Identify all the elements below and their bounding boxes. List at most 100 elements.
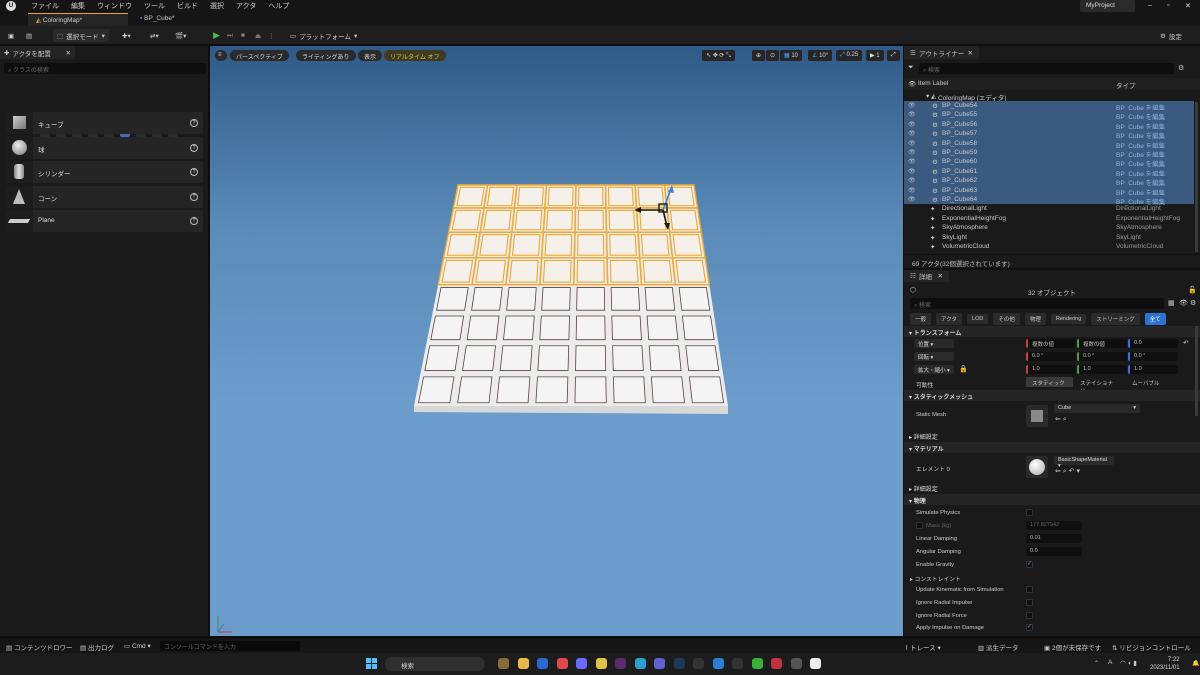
materials-section-header[interactable]: ▾ マテリアル — [904, 442, 1200, 453]
scale-x-field[interactable]: 1.0 — [1026, 365, 1076, 374]
file-explorer-icon[interactable] — [517, 658, 529, 669]
cube-cell[interactable] — [607, 186, 634, 207]
cube-cell[interactable] — [611, 315, 642, 341]
static-mesh-dropdown[interactable]: Cube ▾ — [1054, 404, 1140, 413]
help-icon[interactable]: ? — [190, 119, 198, 127]
cube-cell[interactable] — [462, 345, 496, 371]
cube-cell[interactable] — [471, 287, 503, 311]
outliner-map-row[interactable]: ▾ ◭ ColoringMap (エディタ) — [904, 91, 1194, 102]
cube-cell[interactable] — [537, 345, 570, 371]
content-icon[interactable]: ▤ — [26, 29, 32, 42]
close-icon[interactable]: ✕ — [66, 49, 71, 57]
material-dropdown[interactable]: BasicShapeMaterial ▾ — [1054, 456, 1114, 469]
outliner-search-input[interactable]: ⌕ 検索 — [919, 63, 1174, 74]
blueprint-button[interactable]: ⇄▾ — [150, 29, 159, 42]
rotation-y-field[interactable]: 0.0 ° — [1077, 352, 1127, 361]
cube-cell[interactable] — [496, 376, 531, 404]
cube-cell[interactable] — [479, 234, 509, 256]
rotation-dropdown[interactable]: 回転 ▾ — [914, 352, 954, 361]
apply-impulse-checkbox[interactable]: ✓ — [1026, 624, 1033, 631]
visibility-eye-icon[interactable]: 👁 — [908, 196, 916, 203]
unsaved-button[interactable]: ▣ 2個が未保存です — [1044, 642, 1101, 652]
mass-override-checkbox[interactable] — [916, 522, 923, 529]
slack-icon[interactable] — [615, 658, 626, 669]
level-viewport[interactable]: ≡ パースペクティブ ライティングあり 表示 リアルタイム オフ ↖ ✥ ⟳ ⤡… — [210, 46, 903, 636]
language-icon[interactable]: A — [1108, 659, 1112, 666]
cube-cell[interactable] — [441, 259, 474, 283]
cube-cell[interactable] — [486, 186, 515, 207]
windows-start-icon[interactable] — [366, 658, 377, 669]
outliner-row[interactable]: 👁 ⚙ BP_Cube60 BP_Cube を編集 — [904, 157, 1194, 168]
play-options-icon[interactable]: ⋮ — [268, 29, 275, 42]
minimize-icon[interactable]: – — [1148, 2, 1152, 9]
close-icon[interactable]: ✕ — [1185, 2, 1191, 10]
play-icon[interactable]: ▶ — [213, 29, 220, 42]
outliner-row[interactable]: 👁 ⚙ BP_Cube62 BP_Cube を編集 — [904, 176, 1194, 187]
platform-dropdown[interactable]: ▭ プラットフォーム ▾ — [290, 29, 357, 42]
cube-cell[interactable] — [650, 376, 685, 404]
location-x-field[interactable]: 複数の値 — [1026, 339, 1076, 348]
menu-item[interactable]: アクタ — [236, 1, 256, 11]
lock-scale-icon[interactable]: 🔒 — [959, 365, 968, 373]
eye-icon[interactable]: 👁 — [1179, 299, 1188, 307]
content-drawer-button[interactable]: ▤ コンテンツドロワー — [6, 642, 72, 652]
outliner-row[interactable]: 👁 ⚙ BP_Cube59 BP_Cube を編集 — [904, 148, 1194, 159]
cube-cell[interactable] — [506, 287, 537, 311]
outliner-row[interactable]: 👁 ⚙ BP_Cube57 BP_Cube を編集 — [904, 129, 1194, 140]
cube-cell[interactable] — [499, 345, 533, 371]
console-command-input[interactable]: コンソールコマンドを入力 — [160, 641, 300, 651]
mode-dropdown[interactable]: ⬚ 選択モード ▾ — [53, 29, 109, 42]
cube-cell[interactable] — [644, 287, 676, 311]
cube-cell[interactable] — [575, 315, 606, 341]
simulate-physics-checkbox[interactable] — [1026, 509, 1033, 516]
outliner-row[interactable]: ✦ DirectionalLight DirectionalLight — [904, 204, 1194, 213]
cube-cell[interactable] — [457, 376, 493, 404]
scale-dropdown[interactable]: 拡大・縮小 ▾ — [914, 365, 954, 374]
cube-cell[interactable] — [648, 345, 682, 371]
filter-tab[interactable]: 一般 — [910, 313, 932, 325]
outliner-row[interactable]: ✦ SkyLight SkyLight — [904, 233, 1194, 242]
rotation-z-field[interactable]: 0.0 ° — [1128, 352, 1178, 361]
outliner-scrollbar[interactable] — [1195, 102, 1198, 252]
kinematic-checkbox[interactable] — [1026, 586, 1033, 593]
filter-tab[interactable]: アクタ — [936, 313, 963, 325]
notification-icon[interactable]: 🔔 — [1192, 660, 1199, 667]
filter-tab[interactable]: ストリーミング — [1091, 313, 1140, 325]
cube-cell[interactable] — [577, 209, 604, 231]
output-log-button[interactable]: ▤ 出力ログ — [80, 642, 114, 652]
mass-field[interactable]: 177.827942 — [1026, 521, 1082, 530]
material-thumbnail[interactable] — [1026, 456, 1048, 478]
gear-icon[interactable]: ⚙ — [1190, 299, 1196, 307]
linear-damping-field[interactable]: 0.01 — [1026, 534, 1082, 543]
settings-button[interactable]: ⚙ 設定 — [1160, 29, 1182, 42]
unreal-logo-icon[interactable]: U — [6, 1, 16, 11]
filter-tab[interactable]: LOD — [967, 314, 989, 324]
step-icon[interactable]: ⏭ — [227, 29, 233, 42]
rotation-x-field[interactable]: 0.0 ° — [1026, 352, 1076, 361]
visibility-eye-icon[interactable]: 👁 — [908, 149, 916, 156]
epic-games-icon[interactable] — [693, 658, 704, 669]
cube-cell[interactable] — [535, 376, 569, 404]
edge-icon[interactable] — [634, 658, 646, 669]
trace-button[interactable]: ⌇ トレース ▾ — [905, 642, 941, 652]
cube-cell[interactable] — [541, 287, 571, 311]
cube-cell[interactable] — [456, 186, 485, 207]
visibility-eye-icon[interactable]: 👁 — [908, 140, 916, 147]
tab-coloring-map[interactable]: ◭ ColoringMap* — [28, 13, 128, 26]
tray-chevron-icon[interactable]: ⌃ — [1094, 660, 1099, 667]
advanced-settings-row-2[interactable]: ▸ 詳細設定 — [904, 482, 1200, 493]
scale-z-field[interactable]: 1.0 — [1128, 365, 1178, 374]
chat-icon[interactable] — [576, 658, 587, 669]
cube-cell[interactable] — [576, 287, 606, 311]
terminal-icon[interactable] — [732, 658, 743, 669]
lock-icon[interactable]: 🔓 — [1188, 286, 1197, 294]
menu-item[interactable]: ヘルプ — [268, 1, 289, 11]
cube-cell[interactable] — [517, 186, 544, 207]
outliner-row[interactable]: 👁 ⚙ BP_Cube64 BP_Cube を編集 — [904, 195, 1194, 206]
help-icon[interactable]: ? — [190, 143, 198, 152]
cube-cell[interactable] — [637, 186, 665, 207]
cube-cell[interactable] — [640, 234, 670, 256]
transform-section-header[interactable]: ▾ トランスフォーム — [904, 326, 1200, 337]
cube-cell[interactable] — [574, 376, 607, 404]
outliner-row[interactable]: ✦ VolumetricCloud VolumetricCloud — [904, 242, 1194, 251]
